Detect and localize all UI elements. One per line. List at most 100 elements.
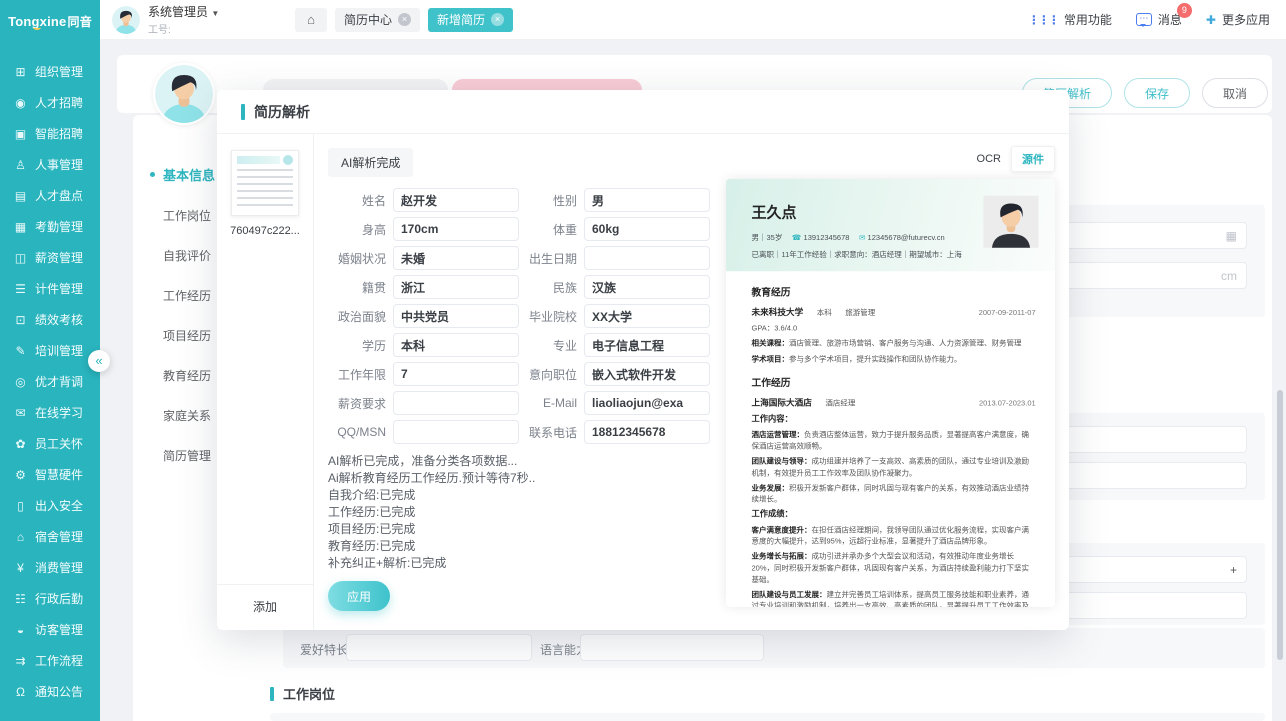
home-tab[interactable]: ⌂ xyxy=(295,8,327,32)
sidebar-item[interactable]: ▤ 人才盘点 xyxy=(0,180,100,211)
add-file-button[interactable]: 添加 xyxy=(217,584,313,630)
form-field: 薪资要求 xyxy=(328,391,519,415)
close-icon[interactable]: × xyxy=(398,13,411,26)
source-tab[interactable]: 源件 xyxy=(1011,146,1055,172)
bg-section-box xyxy=(270,713,1265,721)
resume-text-line: 团队建设与员工发展：建立并完善员工培训体系，提高员工服务技能和职业素养，通过专业… xyxy=(752,588,1036,607)
sidebar-item-label: 智慧硬件 xyxy=(35,466,83,483)
form-field: 学历 xyxy=(328,333,519,357)
resume-thumbnail[interactable] xyxy=(231,150,299,216)
field-label: 薪资要求 xyxy=(328,395,386,412)
sidebar-item[interactable]: ⚙ 智慧硬件 xyxy=(0,459,100,490)
thumbnail-text-lines xyxy=(237,169,293,210)
field-input[interactable] xyxy=(393,275,519,299)
field-input[interactable] xyxy=(584,217,710,241)
sidebar-item[interactable]: ◉ 人才招聘 xyxy=(0,87,100,118)
field-input[interactable] xyxy=(393,246,519,270)
sidebar-item[interactable]: ♙ 人事管理 xyxy=(0,149,100,180)
calendar-icon: ▦ xyxy=(1226,229,1237,243)
parse-log-line: 教育经历:已完成 xyxy=(328,538,710,555)
sidebar-item[interactable]: ◎ 优才背调 xyxy=(0,366,100,397)
field-input[interactable] xyxy=(584,275,710,299)
cancel-button[interactable]: 取消 xyxy=(1202,78,1268,108)
sidebar-item[interactable]: ⊡ 绩效考核 xyxy=(0,304,100,335)
field-input[interactable] xyxy=(393,391,519,415)
apply-button[interactable]: 应用 xyxy=(328,581,390,611)
field-input[interactable] xyxy=(584,188,710,212)
sidebar-item[interactable]: ▯ 出入安全 xyxy=(0,490,100,521)
thumbnail-avatar xyxy=(283,155,293,165)
brand-logo: Tongxine同音 xyxy=(0,0,100,42)
sidebar-collapse-button[interactable]: « xyxy=(88,350,110,372)
page-scrollbar[interactable] xyxy=(1277,390,1283,660)
form-field: 体重 xyxy=(519,217,710,241)
resume-header: 王久点 男｜35岁 ☎13912345678 ✉12345678@futurec… xyxy=(726,179,1055,271)
field-input[interactable] xyxy=(584,362,710,386)
resume-text-line: 工作成绩： xyxy=(752,508,1036,520)
sidebar-item[interactable]: ⊞ 组织管理 xyxy=(0,56,100,87)
resume-text-line: 业务增长与拓展：成功引进并承办多个大型会议和活动，有效推动年度业务增长20%，同… xyxy=(752,550,1036,585)
field-input[interactable] xyxy=(584,246,710,270)
resume-preview-column: OCR 源件 王久点 男｜35岁 ☎13912345678 ✉12345678@… xyxy=(720,134,1069,630)
parse-log: AI解析已完成，准备分类各项数据... Ai解析教育经历工作经历.预计等待7秒.… xyxy=(328,453,710,572)
field-input[interactable] xyxy=(584,420,710,444)
tab-resume-center[interactable]: 简历中心 × xyxy=(335,8,420,32)
form-field: 出生日期 xyxy=(519,246,710,270)
form-field: 联系电话 xyxy=(519,420,710,444)
field-input[interactable] xyxy=(393,304,519,328)
field-input[interactable] xyxy=(393,362,519,386)
more-apps-button[interactable]: ✚ 更多应用 xyxy=(1206,11,1270,28)
tab-bar: ⌂ 简历中心 × 新增简历 × xyxy=(295,8,513,32)
resume-phone: 13912345678 xyxy=(804,234,850,242)
sidebar-item[interactable]: ⇉ 工作流程 xyxy=(0,645,100,676)
form-row: 学历 专业 xyxy=(328,333,710,357)
field-label: 身高 xyxy=(328,221,386,238)
parse-log-line: 自我介绍:已完成 xyxy=(328,487,710,504)
sidebar-item[interactable]: ◫ 薪资管理 xyxy=(0,242,100,273)
sidebar-item[interactable]: ⌂ 宿舍管理 xyxy=(0,521,100,552)
user-menu[interactable]: 系统管理员 ▼ 工号: xyxy=(100,3,295,36)
field-label: 姓名 xyxy=(328,192,386,209)
modal-title: 简历解析 xyxy=(254,102,310,122)
piecework-icon: ☰ xyxy=(13,282,28,296)
sidebar-item[interactable]: ✉ 在线学习 xyxy=(0,397,100,428)
hobby-input[interactable] xyxy=(346,634,532,661)
sidebar-item[interactable]: ▣ 智能招聘 xyxy=(0,118,100,149)
field-input[interactable] xyxy=(393,188,519,212)
language-input[interactable] xyxy=(580,634,764,661)
unit-suffix: cm xyxy=(1221,269,1237,283)
field-input[interactable] xyxy=(584,304,710,328)
resume-section-title: 教育经历 xyxy=(752,285,1036,300)
field-input[interactable] xyxy=(584,333,710,357)
field-input[interactable] xyxy=(393,420,519,444)
form-field: 工作年限 xyxy=(328,362,519,386)
sidebar-item[interactable]: ☷ 行政后勤 xyxy=(0,583,100,614)
quick-functions-button[interactable]: ⋮⋮⋮ 常用功能 xyxy=(1028,11,1112,28)
sidebar-item[interactable]: Ω 通知公告 xyxy=(0,676,100,707)
ocr-tab[interactable]: OCR xyxy=(967,149,1011,169)
resume-section-title: 工作经历 xyxy=(752,376,1036,391)
field-label: E-Mail xyxy=(519,396,577,410)
messages-button[interactable]: ⋯ 消息 9 xyxy=(1136,11,1182,28)
tab-new-resume[interactable]: 新增简历 × xyxy=(428,8,513,32)
logo-accent xyxy=(33,25,41,30)
resume-text-line: 工作内容： xyxy=(752,413,1036,425)
field-input[interactable] xyxy=(393,217,519,241)
preview-mode-toggle: OCR 源件 xyxy=(726,146,1055,172)
user-id-label: 工号: xyxy=(148,21,219,36)
sidebar-item[interactable]: ▦ 考勤管理 xyxy=(0,211,100,242)
field-input[interactable] xyxy=(393,333,519,357)
smart-recruit-icon: ▣ xyxy=(13,127,28,141)
close-icon[interactable]: × xyxy=(491,13,504,26)
thumbnail-header xyxy=(237,156,280,164)
field-input[interactable] xyxy=(584,391,710,415)
sidebar-item[interactable]: ◒ 访客管理 xyxy=(0,614,100,645)
sidebar-item[interactable]: ✎ 培训管理 xyxy=(0,335,100,366)
save-button[interactable]: 保存 xyxy=(1124,78,1190,108)
caret-down-icon: ▼ xyxy=(211,9,219,18)
resume-contact: 男｜35岁 ☎13912345678 ✉12345678@futurecv.cn xyxy=(752,231,973,242)
sidebar-item[interactable]: ¥ 消费管理 xyxy=(0,552,100,583)
sidebar-item[interactable]: ✿ 员工关怀 xyxy=(0,428,100,459)
resume-parse-modal: 简历解析 760497c222... 添加 AI解析完成 xyxy=(217,90,1069,630)
sidebar-item[interactable]: ☰ 计件管理 xyxy=(0,273,100,304)
